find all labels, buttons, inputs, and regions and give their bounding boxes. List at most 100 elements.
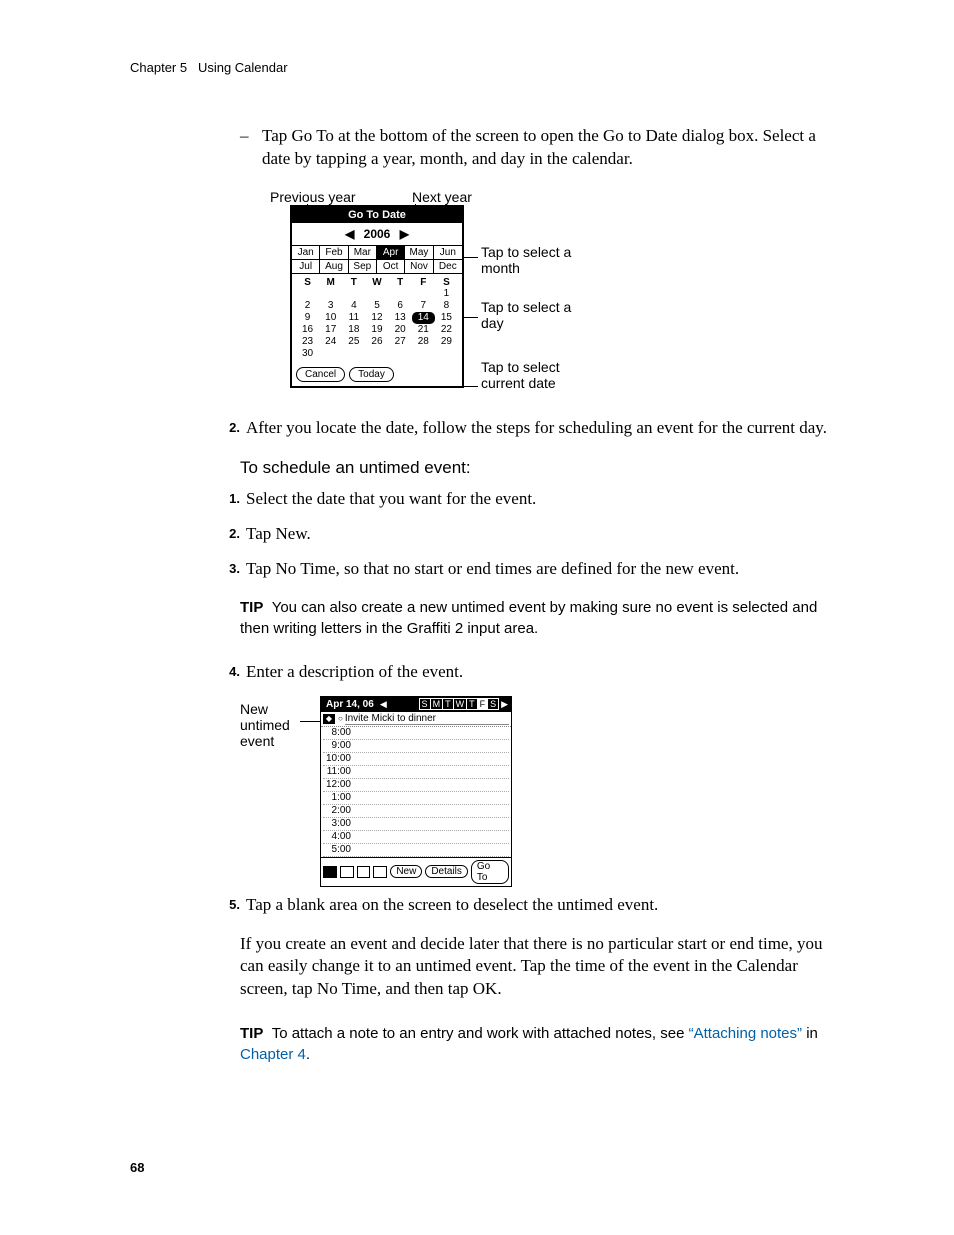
today-button[interactable]: Today: [349, 367, 394, 382]
day-cell[interactable]: 25: [342, 336, 365, 348]
dow-cell: W: [365, 277, 388, 288]
untimed-step-5: Tap a blank area on the screen to desele…: [246, 894, 658, 917]
dow-button[interactable]: S: [488, 699, 498, 709]
month-cell[interactable]: Nov: [405, 260, 433, 274]
time-label: 2:00: [323, 805, 355, 817]
day-cell[interactable]: 17: [319, 324, 342, 336]
view-month-icon[interactable]: [357, 866, 371, 878]
next-day-arrow[interactable]: ▶: [499, 699, 510, 710]
day-cell[interactable]: 13: [389, 312, 412, 324]
dow-button[interactable]: M: [431, 699, 444, 709]
dow-button[interactable]: T: [443, 699, 454, 709]
time-slot[interactable]: [355, 727, 509, 739]
step-number: 4.: [218, 661, 246, 684]
day-cell[interactable]: 23: [296, 336, 319, 348]
day-cell[interactable]: 29: [435, 336, 458, 348]
day-cell[interactable]: 27: [389, 336, 412, 348]
goto-button[interactable]: Go To: [471, 860, 509, 884]
link-chapter-4[interactable]: Chapter 4: [240, 1046, 306, 1063]
day-cell[interactable]: 11: [342, 312, 365, 324]
time-row[interactable]: 3:00: [323, 818, 509, 831]
month-cell[interactable]: Apr: [377, 246, 405, 260]
day-cell[interactable]: 8: [435, 300, 458, 312]
day-cell[interactable]: 4: [342, 300, 365, 312]
link-attaching-notes[interactable]: “Attaching notes”: [689, 1025, 802, 1042]
time-slot[interactable]: [355, 766, 509, 778]
day-cell[interactable]: 9: [296, 312, 319, 324]
time-label: 10:00: [323, 753, 355, 765]
day-cell[interactable]: 22: [435, 324, 458, 336]
day-cell[interactable]: 19: [365, 324, 388, 336]
day-cell: [319, 288, 342, 300]
time-slot[interactable]: [355, 740, 509, 752]
day-cell[interactable]: 28: [412, 336, 435, 348]
tip-1-text: You can also create a new untimed event …: [240, 599, 817, 637]
dow-button[interactable]: T: [467, 699, 478, 709]
details-button[interactable]: Details: [425, 865, 468, 878]
day-cell[interactable]: 12: [365, 312, 388, 324]
dow-button[interactable]: W: [454, 699, 468, 709]
month-cell[interactable]: Jul: [292, 260, 320, 274]
day-cell[interactable]: 2: [296, 300, 319, 312]
day-cell[interactable]: 24: [319, 336, 342, 348]
month-cell[interactable]: Jan: [292, 246, 320, 260]
day-cell[interactable]: 6: [389, 300, 412, 312]
month-cell[interactable]: Oct: [377, 260, 405, 274]
untimed-event-row[interactable]: ◆ ○ Invite Micki to dinner: [321, 712, 511, 727]
time-slot[interactable]: [355, 805, 509, 817]
view-agenda-icon[interactable]: [373, 866, 387, 878]
time-row[interactable]: 10:00: [323, 753, 509, 766]
day-cell[interactable]: 14: [412, 312, 435, 324]
prev-year-arrow[interactable]: ◀: [339, 227, 360, 241]
next-year-arrow[interactable]: ▶: [394, 227, 415, 241]
time-slot[interactable]: [355, 844, 509, 856]
time-row[interactable]: 1:00: [323, 792, 509, 805]
time-row[interactable]: 4:00: [323, 831, 509, 844]
day-cell[interactable]: 30: [296, 348, 319, 360]
time-row[interactable]: 2:00: [323, 805, 509, 818]
month-cell[interactable]: Aug: [320, 260, 348, 274]
dow-cell: F: [412, 277, 435, 288]
day-cell[interactable]: 7: [412, 300, 435, 312]
day-cell[interactable]: 21: [412, 324, 435, 336]
day-cell[interactable]: 10: [319, 312, 342, 324]
month-cell[interactable]: Feb: [320, 246, 348, 260]
day-cell[interactable]: 16: [296, 324, 319, 336]
month-cell[interactable]: May: [405, 246, 433, 260]
view-day-icon[interactable]: [323, 866, 337, 878]
month-cell[interactable]: Sep: [349, 260, 377, 274]
dow-button[interactable]: S: [420, 699, 431, 709]
time-slot[interactable]: [355, 831, 509, 843]
time-row[interactable]: 11:00: [323, 766, 509, 779]
day-cell[interactable]: 3: [319, 300, 342, 312]
time-slot[interactable]: [355, 792, 509, 804]
year-label: 2006: [364, 227, 391, 241]
week-day-buttons[interactable]: SMTWTFS: [419, 698, 500, 710]
day-cell[interactable]: 15: [435, 312, 458, 324]
month-grid[interactable]: JanFebMarAprMayJun JulAugSepOctNovDec: [292, 246, 462, 274]
figure-day-view: New untimed event Apr 14, 06 ◀ SMTWTFS ▶…: [240, 696, 840, 876]
time-row[interactable]: 8:00: [323, 727, 509, 740]
time-slot[interactable]: [355, 818, 509, 830]
time-row[interactable]: 5:00: [323, 844, 509, 857]
day-cell[interactable]: 26: [365, 336, 388, 348]
day-cell[interactable]: 5: [365, 300, 388, 312]
month-cell[interactable]: Jun: [434, 246, 462, 260]
dow-button[interactable]: F: [478, 699, 489, 709]
untimed-step-1: Select the date that you want for the ev…: [246, 488, 536, 511]
day-cell[interactable]: 18: [342, 324, 365, 336]
new-button[interactable]: New: [390, 865, 422, 878]
prev-day-arrow[interactable]: ◀: [378, 699, 389, 710]
day-cell[interactable]: 20: [389, 324, 412, 336]
day-grid[interactable]: 1234567891011121314151617181920212223242…: [292, 288, 462, 364]
time-slot[interactable]: [355, 753, 509, 765]
view-week-icon[interactable]: [340, 866, 354, 878]
day-cell[interactable]: 1: [435, 288, 458, 300]
time-row[interactable]: 12:00: [323, 779, 509, 792]
time-rows[interactable]: 8:009:0010:0011:0012:001:002:003:004:005…: [321, 727, 511, 857]
month-cell[interactable]: Mar: [349, 246, 377, 260]
cancel-button[interactable]: Cancel: [296, 367, 345, 382]
time-slot[interactable]: [355, 779, 509, 791]
month-cell[interactable]: Dec: [434, 260, 462, 274]
time-row[interactable]: 9:00: [323, 740, 509, 753]
